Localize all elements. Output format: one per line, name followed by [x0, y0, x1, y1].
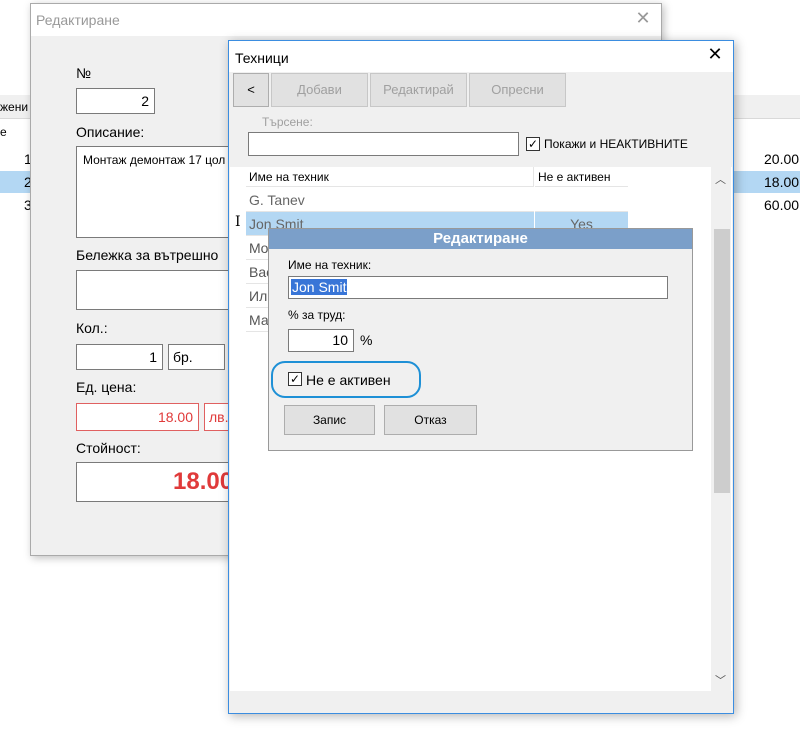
- checkmark-icon: ✓: [527, 137, 539, 151]
- technician-name-input[interactable]: Jon Smit: [288, 276, 668, 299]
- back-button[interactable]: <: [233, 73, 269, 107]
- unit-price-field[interactable]: 18.00: [76, 403, 199, 431]
- annotation-highlight: [271, 361, 421, 398]
- row-amount: 18.00: [764, 174, 800, 190]
- window-title: Редактиране: [36, 12, 120, 28]
- search-label: Търсене:: [262, 115, 313, 129]
- close-icon[interactable]: ✕: [703, 44, 727, 68]
- unit-price-label: Ед. цена:: [76, 379, 137, 395]
- edit-button[interactable]: Редактирай: [370, 73, 467, 107]
- close-icon[interactable]: ✕: [633, 8, 653, 30]
- vertical-scrollbar[interactable]: ︿ ﹀: [711, 167, 731, 691]
- refresh-button[interactable]: Опресни: [469, 73, 566, 107]
- technician-inactive: [535, 188, 628, 212]
- chevron-up-icon[interactable]: ︿: [715, 171, 726, 187]
- row-amount: 60.00: [764, 197, 800, 213]
- number-label: №: [76, 65, 92, 81]
- search-input[interactable]: [248, 132, 519, 156]
- chevron-down-icon[interactable]: ﹀: [715, 672, 726, 688]
- background-subheader: е: [0, 125, 7, 139]
- edit-item-titlebar: Редактиране ✕: [31, 4, 661, 36]
- technicians-titlebar: Техници ✕: [229, 41, 733, 72]
- show-inactive-checkbox[interactable]: ✓: [526, 137, 540, 151]
- technician-name: G. Tanev: [246, 188, 534, 212]
- text-cursor-icon: I: [235, 214, 241, 230]
- add-button[interactable]: Добави: [271, 73, 368, 107]
- description-field[interactable]: Монтаж демонтаж 17 цол: [76, 146, 236, 238]
- edit-technician-dialog: Редактиране Име на техник: Jon Smit % за…: [268, 228, 693, 451]
- dialog-title: Редактиране: [269, 229, 692, 249]
- window-title: Техници: [235, 50, 289, 66]
- labor-percent-label: % за труд:: [288, 308, 346, 322]
- cancel-button[interactable]: Отказ: [384, 405, 477, 435]
- technician-name-label: Име на техник:: [288, 258, 372, 272]
- column-header-inactive[interactable]: Не е активен: [535, 167, 628, 187]
- show-inactive-label: Покажи и НЕАКТИВНИТЕ: [544, 137, 688, 151]
- save-button[interactable]: Запис: [284, 405, 375, 435]
- labor-percent-unit: %: [360, 332, 373, 348]
- row-amount: 20.00: [764, 151, 800, 167]
- internal-note-label: Бележка за вътрешно: [76, 247, 219, 263]
- internal-note-field[interactable]: [76, 270, 236, 310]
- total-field: 18.00: [76, 462, 236, 502]
- description-label: Описание:: [76, 124, 145, 140]
- selected-text: Jon Smit: [291, 279, 348, 295]
- table-row[interactable]: G. Tanev: [230, 188, 630, 212]
- scrollbar-thumb[interactable]: [714, 229, 730, 493]
- column-header-name[interactable]: Име на техник: [246, 167, 534, 187]
- number-field[interactable]: 2: [76, 88, 155, 114]
- quantity-field[interactable]: 1: [76, 344, 163, 370]
- quantity-unit-field[interactable]: бр.: [168, 344, 225, 370]
- quantity-label: Кол.:: [76, 320, 108, 336]
- total-label: Стойност:: [76, 440, 141, 456]
- labor-percent-input[interactable]: 10: [288, 329, 354, 352]
